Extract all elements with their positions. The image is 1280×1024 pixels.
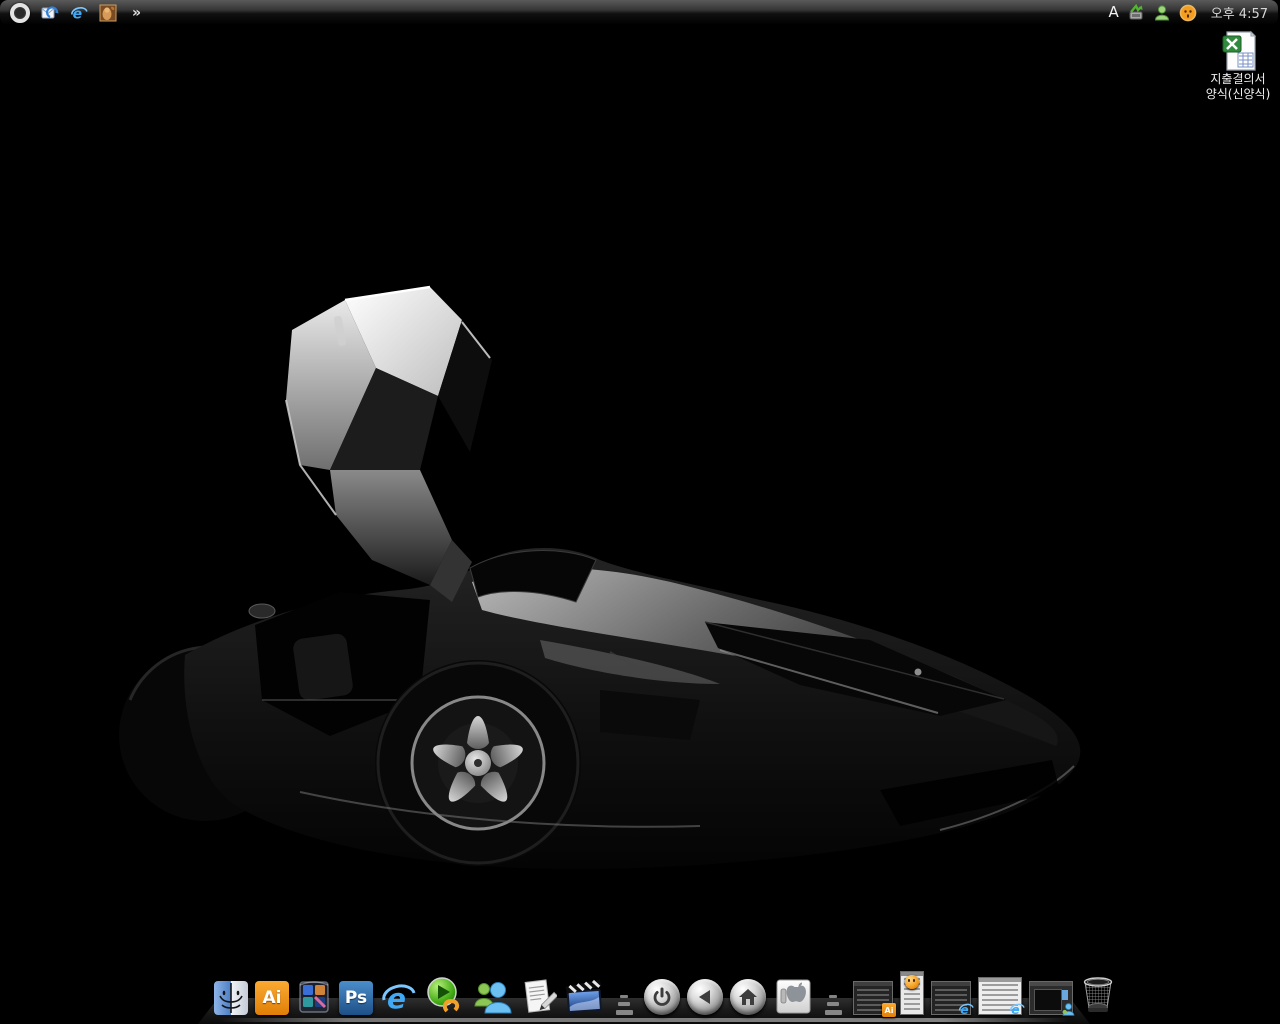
photoshop-glyph: Ps: [345, 988, 367, 1008]
dock-item-apple-box[interactable]: [773, 977, 813, 1015]
apple-software-box-icon: [773, 977, 813, 1015]
movie-clapperboard-icon: [564, 979, 604, 1015]
dock-item-power[interactable]: [644, 979, 680, 1015]
excel-document-icon: [1219, 30, 1257, 72]
wallpaper-lamborghini: [0, 0, 1280, 1024]
alarm-smiley-icon[interactable]: [1179, 4, 1197, 22]
back-button-icon: [687, 979, 723, 1015]
window-thumbnail: Ai: [853, 981, 893, 1015]
top-menubar: e » A 오후 4:57: [0, 0, 1278, 25]
desktop-icon-label-line2: 양식(신양식): [1206, 87, 1271, 102]
ie-badge: e: [1009, 1001, 1025, 1017]
dock-item-media-player[interactable]: [425, 977, 465, 1015]
dock-item-window-ie-page[interactable]: e: [978, 977, 1022, 1015]
messenger-buddy-badge: [1061, 1002, 1076, 1017]
recycle-bin-icon: [1080, 975, 1116, 1015]
dock-item-window-ie-dark[interactable]: e: [931, 981, 971, 1015]
menubar-overflow-chevron[interactable]: »: [132, 5, 140, 21]
window-thumbnail: [1029, 981, 1073, 1015]
app-stack-cube-icon: [296, 979, 332, 1015]
dock-road-marks: [820, 981, 846, 1015]
ime-indicator[interactable]: A: [1108, 5, 1118, 20]
dock-item-window-messenger-chat[interactable]: [1029, 981, 1073, 1015]
desktop-icon-excel-expense-form[interactable]: 지출결의서 양식(신양식): [1198, 30, 1278, 102]
home-button-icon: [730, 979, 766, 1015]
desktop-icon-label-line1: 지출결의서: [1210, 72, 1265, 87]
dock-item-photoshop[interactable]: Ps: [339, 981, 373, 1015]
media-player-icon: [425, 977, 465, 1015]
dock-item-recycle-bin[interactable]: [1080, 975, 1116, 1015]
internet-explorer-icon[interactable]: e: [70, 4, 88, 22]
picture-viewer-icon[interactable]: [99, 4, 117, 22]
power-button-icon: [644, 979, 680, 1015]
dock-item-window-illustrator[interactable]: Ai: [853, 981, 893, 1015]
illustrator-glyph: Ai: [263, 988, 282, 1008]
tray-clock[interactable]: 오후 4:57: [1211, 3, 1268, 22]
window-thumbnail: e: [978, 977, 1022, 1015]
dock-item-app-stack[interactable]: [296, 979, 332, 1015]
dock-item-msn-messenger[interactable]: [472, 979, 512, 1015]
dock-item-illustrator[interactable]: Ai: [255, 981, 289, 1015]
dock-item-home[interactable]: [730, 979, 766, 1015]
dock-item-internet-explorer[interactable]: e: [380, 979, 418, 1015]
internet-explorer-icon: e: [380, 979, 418, 1015]
dock-road-marks: [611, 981, 637, 1015]
illustrator-badge: Ai: [882, 1003, 896, 1017]
menubar-tray: A 오후 4:57: [1108, 3, 1268, 22]
window-thumbnail: [900, 971, 924, 1015]
msn-messenger-icon: [472, 979, 512, 1015]
photoshop-icon: Ps: [339, 981, 373, 1015]
messenger-buddy-icon[interactable]: [1153, 4, 1171, 22]
dock-item-back[interactable]: [687, 979, 723, 1015]
illustrator-icon: Ai: [255, 981, 289, 1015]
window-thumbnail: e: [931, 981, 971, 1015]
dock-item-text-document[interactable]: [519, 979, 557, 1015]
text-document-icon: [519, 979, 557, 1015]
launcher-ring-icon[interactable]: [10, 3, 30, 23]
dock: Ai Ps e: [0, 964, 1280, 1024]
removable-device-icon[interactable]: [1127, 4, 1145, 22]
dock-item-finder[interactable]: [214, 981, 248, 1015]
dock-item-movie-editor[interactable]: [564, 979, 604, 1015]
outlook-express-icon[interactable]: [41, 4, 59, 22]
menubar-launch-icons: e »: [10, 3, 140, 23]
dock-item-window-messenger-list[interactable]: [900, 971, 924, 1015]
finder-icon: [214, 981, 248, 1015]
dock-shelf-lip: [218, 1018, 1070, 1022]
dock-icons-row: Ai Ps e: [214, 971, 1116, 1015]
ie-badge: e: [958, 1001, 974, 1017]
messenger-smiley-badge: [905, 975, 919, 989]
